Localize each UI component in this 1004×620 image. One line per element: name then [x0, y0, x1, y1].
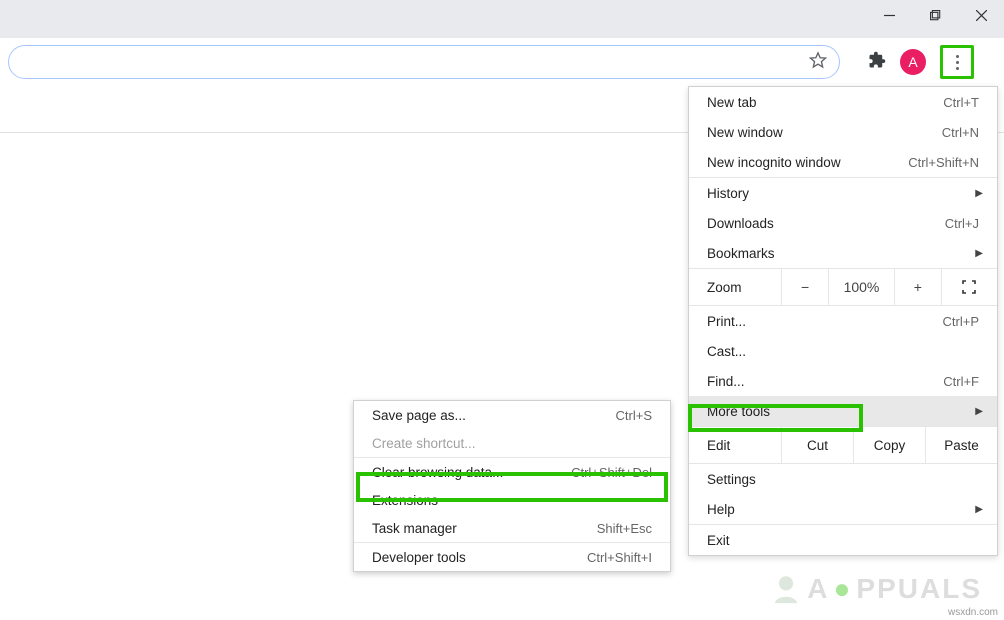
watermark-icon	[769, 572, 803, 606]
bookmark-star-icon[interactable]	[809, 51, 827, 74]
menu-zoom-row: Zoom − 100% +	[689, 269, 997, 305]
omnibox[interactable]	[8, 45, 840, 79]
kebab-icon	[956, 55, 959, 70]
titlebar	[0, 0, 1004, 38]
profile-avatar[interactable]: A	[900, 49, 926, 75]
zoom-value: 100%	[828, 269, 894, 305]
chevron-right-icon: ▶	[975, 406, 983, 417]
menu-cast[interactable]: Cast...	[689, 336, 997, 366]
zoom-in-button[interactable]: +	[894, 269, 941, 305]
maximize-button[interactable]	[912, 0, 958, 30]
minimize-button[interactable]	[866, 0, 912, 30]
submenu-extensions[interactable]: Extensions	[354, 486, 670, 514]
submenu-create-shortcut: Create shortcut...	[354, 429, 670, 457]
fullscreen-button[interactable]	[941, 269, 997, 305]
menu-help[interactable]: Help▶	[689, 494, 997, 524]
chevron-right-icon: ▶	[975, 188, 983, 199]
submenu-task-manager[interactable]: Task managerShift+Esc	[354, 514, 670, 542]
paste-button[interactable]: Paste	[925, 427, 997, 463]
menu-exit[interactable]: Exit	[689, 525, 997, 555]
chevron-right-icon: ▶	[975, 504, 983, 515]
submenu-save-page[interactable]: Save page as...Ctrl+S	[354, 401, 670, 429]
menu-print[interactable]: Print...Ctrl+P	[689, 306, 997, 336]
zoom-label: Zoom	[689, 280, 781, 295]
browser-toolbar: A	[0, 38, 1004, 86]
close-button[interactable]	[958, 0, 1004, 30]
menu-downloads[interactable]: DownloadsCtrl+J	[689, 208, 997, 238]
attribution: wsxdn.com	[948, 607, 998, 618]
chrome-main-menu: New tabCtrl+T New windowCtrl+N New incog…	[688, 86, 998, 556]
avatar-letter: A	[908, 54, 917, 70]
chrome-menu-button[interactable]	[940, 45, 974, 79]
menu-new-window[interactable]: New windowCtrl+N	[689, 117, 997, 147]
extensions-icon[interactable]	[868, 51, 886, 74]
more-tools-submenu: Save page as...Ctrl+S Create shortcut...…	[353, 400, 671, 572]
menu-new-tab[interactable]: New tabCtrl+T	[689, 87, 997, 117]
menu-edit-row: Edit Cut Copy Paste	[689, 427, 997, 463]
submenu-clear-browsing-data[interactable]: Clear browsing data...Ctrl+Shift+Del	[354, 458, 670, 486]
submenu-developer-tools[interactable]: Developer toolsCtrl+Shift+I	[354, 543, 670, 571]
zoom-out-button[interactable]: −	[781, 269, 828, 305]
cut-button[interactable]: Cut	[781, 427, 853, 463]
copy-button[interactable]: Copy	[853, 427, 925, 463]
menu-more-tools[interactable]: More tools▶	[689, 396, 997, 426]
menu-settings[interactable]: Settings	[689, 464, 997, 494]
menu-find[interactable]: Find...Ctrl+F	[689, 366, 997, 396]
menu-history[interactable]: History▶	[689, 178, 997, 208]
menu-incognito[interactable]: New incognito windowCtrl+Shift+N	[689, 147, 997, 177]
chevron-right-icon: ▶	[975, 248, 983, 259]
menu-bookmarks[interactable]: Bookmarks▶	[689, 238, 997, 268]
edit-label: Edit	[689, 438, 781, 453]
watermark: A●PPUALS	[769, 572, 982, 606]
